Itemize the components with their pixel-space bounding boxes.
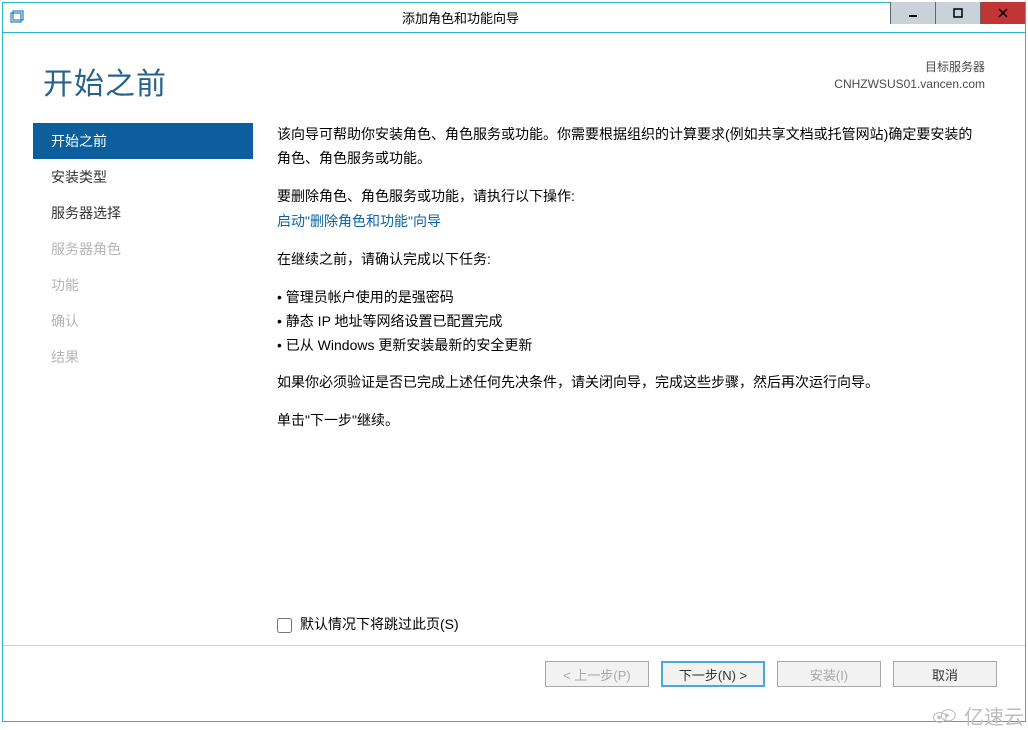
sidebar-item-server-selection[interactable]: 服务器选择	[33, 195, 253, 231]
task-item: 已从 Windows 更新安装最新的安全更新	[277, 334, 983, 358]
task-item: 静态 IP 地址等网络设置已配置完成	[277, 310, 983, 334]
skip-page-label: 默认情况下将跳过此页(S)	[300, 613, 459, 637]
sidebar-item-confirmation: 确认	[33, 303, 253, 339]
confirm-prompt: 在继续之前，请确认完成以下任务:	[277, 248, 983, 272]
page-title: 开始之前	[43, 59, 167, 103]
sidebar-item-server-roles: 服务器角色	[33, 231, 253, 267]
target-server: CNHZWSUS01.vancen.com	[834, 76, 985, 93]
cancel-button[interactable]: 取消	[893, 661, 997, 687]
target-server-box: 目标服务器 CNHZWSUS01.vancen.com	[834, 59, 985, 93]
skip-page-row: 默认情况下将跳过此页(S)	[277, 613, 459, 637]
skip-page-checkbox[interactable]	[277, 618, 292, 633]
remove-prompt: 要删除角色、角色服务或功能，请执行以下操作:	[277, 185, 983, 209]
maximize-button[interactable]	[935, 2, 980, 24]
titlebar: 添加角色和功能向导	[3, 3, 1025, 33]
wizard-window: 添加角色和功能向导 开始之前 目标服务器 CNHZWSUS01.vancen.c…	[2, 2, 1026, 722]
button-bar: < 上一步(P) 下一步(N) > 安装(I) 取消	[3, 646, 1025, 702]
sidebar-item-before-you-begin[interactable]: 开始之前	[33, 123, 253, 159]
intro-text: 该向导可帮助你安装角色、角色服务或功能。你需要根据组织的计算要求(例如共享文档或…	[277, 123, 983, 171]
next-button[interactable]: 下一步(N) >	[661, 661, 765, 687]
close-button[interactable]	[980, 2, 1025, 24]
sidebar-item-results: 结果	[33, 339, 253, 375]
previous-button: < 上一步(P)	[545, 661, 649, 687]
install-button: 安装(I)	[777, 661, 881, 687]
task-item: 管理员帐户使用的是强密码	[277, 286, 983, 310]
minimize-button[interactable]	[890, 2, 935, 24]
target-label: 目标服务器	[834, 59, 985, 76]
task-list: 管理员帐户使用的是强密码 静态 IP 地址等网络设置已配置完成 已从 Windo…	[277, 286, 983, 357]
window-title: 添加角色和功能向导	[31, 8, 890, 27]
remove-roles-link[interactable]: 启动"删除角色和功能"向导	[277, 213, 441, 229]
continue-hint: 单击"下一步"继续。	[277, 409, 983, 433]
header: 开始之前 目标服务器 CNHZWSUS01.vancen.com	[3, 33, 1025, 115]
window-controls	[890, 3, 1025, 32]
app-icon	[3, 10, 31, 26]
sidebar: 开始之前 安装类型 服务器选择 服务器角色 功能 确认 结果	[33, 115, 253, 645]
content-pane: 该向导可帮助你安装角色、角色服务或功能。你需要根据组织的计算要求(例如共享文档或…	[253, 115, 1025, 645]
sidebar-item-features: 功能	[33, 267, 253, 303]
body: 开始之前 安装类型 服务器选择 服务器角色 功能 确认 结果 该向导可帮助你安装…	[3, 115, 1025, 645]
sidebar-item-installation-type[interactable]: 安装类型	[33, 159, 253, 195]
verify-text: 如果你必须验证是否已完成上述任何先决条件，请关闭向导，完成这些步骤，然后再次运行…	[277, 371, 983, 395]
